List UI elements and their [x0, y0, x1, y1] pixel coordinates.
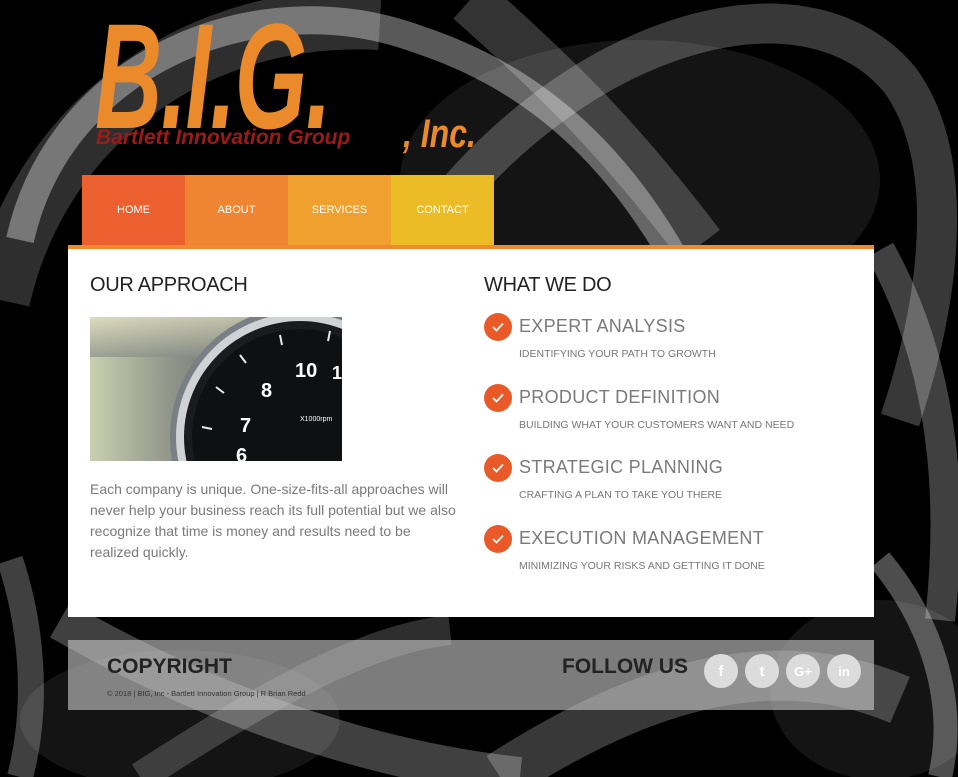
- twitter-icon[interactable]: t: [745, 654, 779, 688]
- follow-us-title: FOLLOW US: [562, 655, 688, 678]
- service-subtitle: CRAFTING A PLAN TO TAKE YOU THERE: [519, 489, 723, 501]
- logo-subtitle: Bartlett Innovation Group: [96, 126, 351, 149]
- linkedin-icon[interactable]: in: [827, 654, 861, 688]
- google-plus-icon[interactable]: G+: [786, 654, 820, 688]
- service-item: EXECUTION MANAGEMENT MINIMIZING YOUR RIS…: [484, 524, 864, 596]
- footer: COPYRIGHT © 2018 | BIG, Inc - Bartlett I…: [68, 640, 874, 710]
- tachometer-photo: 6 7 8 10 12 X1000rpm: [90, 317, 342, 461]
- approach-title: OUR APPROACH: [90, 274, 248, 296]
- nav-services[interactable]: SERVICES: [288, 175, 391, 245]
- checkmark-icon: [484, 454, 512, 482]
- company-logo[interactable]: B.I.G. Bartlett Innovation Group , Inc.: [90, 0, 490, 168]
- logo-suffix: , Inc.: [403, 112, 476, 156]
- gauge-unit: X1000rpm: [300, 416, 332, 423]
- nav-contact[interactable]: CONTACT: [391, 175, 494, 245]
- approach-section: OUR APPROACH 6 7 8 10 1 X1000rpm Each co…: [90, 274, 460, 563]
- nav-about[interactable]: ABOUT: [185, 175, 288, 245]
- checkmark-icon: [484, 383, 512, 412]
- checkmark-icon: [484, 524, 512, 553]
- what-we-do-title: WHAT WE DO: [484, 274, 612, 296]
- main-nav: HOME ABOUT SERVICES CONTACT: [82, 175, 494, 245]
- services-section: WHAT WE DO EXPERT ANALYSIS IDENTIFYING Y…: [484, 274, 864, 595]
- service-item: PRODUCT DEFINITION BUILDING WHAT YOUR CU…: [484, 383, 864, 455]
- service-subtitle: IDENTIFYING YOUR PATH TO GROWTH: [519, 348, 716, 360]
- service-title: EXECUTION MANAGEMENT: [519, 527, 765, 548]
- approach-text: Each company is unique. One-size-fits-al…: [90, 481, 456, 560]
- content-card: OUR APPROACH 6 7 8 10 1 X1000rpm Each co…: [68, 245, 874, 617]
- facebook-icon[interactable]: f: [704, 654, 738, 688]
- copyright-text: © 2018 | BIG, Inc - Bartlett Innovation …: [107, 689, 306, 698]
- gauge-label-8: 8: [261, 380, 272, 402]
- service-title: PRODUCT DEFINITION: [519, 386, 721, 407]
- service-title: EXPERT ANALYSIS: [519, 316, 686, 336]
- nav-home[interactable]: HOME: [82, 175, 185, 245]
- gauge-label-12: 12: [332, 363, 342, 383]
- gauge-label-10: 10: [295, 360, 317, 382]
- service-item: STRATEGIC PLANNING CRAFTING A PLAN TO TA…: [484, 454, 864, 525]
- service-subtitle: MINIMIZING YOUR RISKS AND GETTING IT DON…: [519, 559, 765, 572]
- service-subtitle: BUILDING WHAT YOUR CUSTOMERS WANT AND NE…: [519, 418, 795, 431]
- gauge-label-7: 7: [240, 415, 251, 437]
- copyright-title: COPYRIGHT: [107, 655, 232, 678]
- service-item: EXPERT ANALYSIS IDENTIFYING YOUR PATH TO…: [484, 313, 864, 384]
- gauge-label-6: 6: [236, 445, 247, 461]
- checkmark-icon: [484, 313, 512, 341]
- service-title: STRATEGIC PLANNING: [519, 457, 724, 477]
